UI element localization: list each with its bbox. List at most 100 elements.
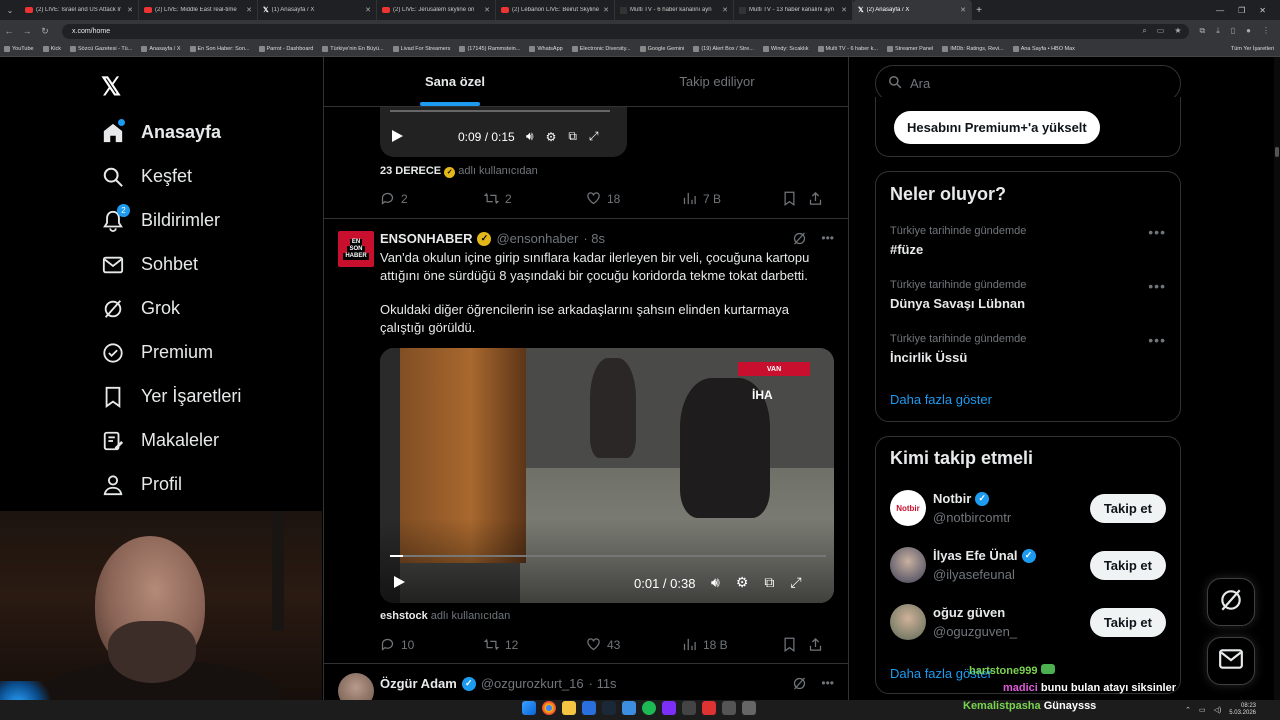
app-icon[interactable]: [702, 701, 716, 715]
bookmark-item[interactable]: Streamer Panel: [886, 46, 933, 52]
star-icon[interactable]: ★: [1174, 26, 1181, 36]
close-icon[interactable]: ✕: [484, 6, 490, 14]
pip-icon[interactable]: ⧉: [764, 574, 774, 591]
bookmark-item[interactable]: YouTube: [4, 46, 34, 52]
bookmark-item[interactable]: Anasayfa / X: [141, 46, 181, 52]
new-tab-button[interactable]: +: [972, 5, 986, 16]
bookmark-item[interactable]: Google Gemini: [639, 46, 684, 52]
follow-button[interactable]: Takip et: [1089, 551, 1166, 580]
settings-icon[interactable]: ⚙︎: [736, 574, 749, 591]
bookmark-item[interactable]: Türkiye'nin En Büyü...: [322, 46, 384, 52]
play-icon[interactable]: [390, 129, 404, 143]
page-scrollbar[interactable]: [1274, 57, 1280, 720]
bookmark-item[interactable]: Electronic Diversity...: [571, 46, 631, 52]
close-icon[interactable]: ✕: [841, 6, 847, 14]
pip-icon[interactable]: ⧉: [568, 129, 577, 144]
browser-tab[interactable]: (2) LIVE: Jerusalem skyline on ✕: [377, 0, 496, 20]
app-icon[interactable]: [742, 701, 756, 715]
messages-fab-button[interactable]: [1207, 637, 1255, 685]
bookmark-item[interactable]: WhatsApp: [529, 46, 563, 52]
menu-icon[interactable]: ⋮: [1262, 26, 1270, 36]
nav-item-notifications[interactable]: 2 Bildirimler: [101, 204, 220, 232]
bookmark-item[interactable]: IMDb: Ratings, Revi...: [942, 46, 1004, 52]
browser-tab-active[interactable]: 𝕏 (2) Anasayfa / X ✕: [853, 0, 972, 20]
settings-icon[interactable]: ⚙︎: [546, 130, 557, 144]
bookmark-item[interactable]: Sözcü Gazetesi - Tü...: [70, 46, 132, 52]
close-icon[interactable]: ✕: [365, 6, 371, 14]
network-icon[interactable]: ▭: [1199, 706, 1206, 714]
post-time[interactable]: · 8s: [583, 231, 605, 246]
fullscreen-icon[interactable]: ⤢: [790, 574, 801, 591]
tab-for-you[interactable]: Sana özel: [324, 57, 586, 106]
video-player[interactable]: 0:09 / 0:15 🔊︎ ⚙︎ ⧉ ⤢: [380, 107, 627, 157]
app-icon[interactable]: [662, 701, 676, 715]
grok-icon[interactable]: [792, 676, 807, 694]
trend-name[interactable]: Dünya Savaşı Lübnan: [890, 296, 1025, 311]
avatar-ilyas[interactable]: [890, 547, 926, 583]
video-player[interactable]: VAN İHA 0:01 / 0:38 🔊︎ ⚙︎ ⧉ ⤢: [380, 348, 834, 603]
volume-icon[interactable]: 🔊︎: [711, 574, 720, 591]
close-window-icon[interactable]: ✕: [1259, 6, 1266, 15]
app-icon[interactable]: [582, 701, 596, 715]
browser-tab[interactable]: (2) LIVE: Middle East real-time ✕: [139, 0, 258, 20]
views-button[interactable]: 18 B: [682, 637, 782, 652]
tab-search-icon[interactable]: ⌄: [0, 0, 20, 20]
reply-button[interactable]: 10: [380, 637, 484, 652]
account-name[interactable]: oğuz güven: [933, 605, 1005, 620]
scrollbar-thumb[interactable]: [1275, 147, 1279, 157]
speaker-icon[interactable]: ◁): [1214, 706, 1222, 714]
steam-icon[interactable]: [602, 701, 616, 715]
close-icon[interactable]: ✕: [960, 6, 966, 14]
folder-icon[interactable]: [562, 701, 576, 715]
back-icon[interactable]: ←: [0, 26, 18, 36]
browser-tab[interactable]: (2) Lebanon LIVE: Beirut Skyline ✕: [496, 0, 615, 20]
extensions-icon[interactable]: ⧉: [1199, 26, 1205, 36]
volume-icon[interactable]: 🔊︎: [526, 129, 534, 144]
address-bar[interactable]: x.com/home ⌕ ▭ ★: [62, 23, 1190, 39]
bookmark-item[interactable]: (17145) Rammstein...: [459, 46, 520, 52]
more-icon[interactable]: •••: [1148, 278, 1166, 294]
more-icon[interactable]: •••: [1148, 332, 1166, 348]
profile-icon[interactable]: ●: [1246, 26, 1251, 36]
bookmark-item[interactable]: Kick: [42, 46, 61, 52]
share-icon[interactable]: [808, 637, 823, 652]
nav-item-bookmarks[interactable]: Yer İşaretleri: [101, 385, 241, 408]
bookmark-item[interactable]: En Son Haber: Son...: [189, 46, 250, 52]
tray-chevron-icon[interactable]: ⌃: [1185, 706, 1191, 714]
bookmark-icon[interactable]: [782, 191, 808, 206]
bookmark-icon[interactable]: [782, 637, 808, 652]
show-more-link[interactable]: Daha fazla göster: [890, 392, 992, 407]
bookmark-item[interactable]: Parrot - Dashboard: [258, 46, 313, 52]
grok-fab-button[interactable]: [1207, 578, 1255, 626]
nav-item-explore[interactable]: Keşfet: [101, 165, 192, 188]
reload-icon[interactable]: ↻: [36, 26, 54, 37]
app-icon[interactable]: [722, 701, 736, 715]
like-button[interactable]: 43: [586, 637, 682, 652]
share-icon[interactable]: [808, 191, 823, 206]
x-logo-icon[interactable]: 𝕏: [101, 72, 121, 102]
trend-name[interactable]: İncirlik Üssü: [890, 350, 967, 365]
author-name[interactable]: ENSONHABER: [380, 231, 472, 246]
author-handle[interactable]: @ozgurozkurt_16: [481, 676, 584, 691]
video-progress[interactable]: [390, 110, 610, 112]
bookmark-item[interactable]: Windy: Sıcaklık: [762, 46, 809, 52]
all-bookmarks-button[interactable]: Tüm Yer İşaretleri: [1231, 46, 1280, 52]
bookmark-item[interactable]: Ana Sayfa • HBO Max: [1012, 46, 1075, 52]
author-handle[interactable]: @ensonhaber: [496, 231, 578, 246]
fullscreen-icon[interactable]: ⤢: [589, 129, 599, 144]
avatar-oguz[interactable]: [890, 604, 926, 640]
nav-item-profile[interactable]: Profil: [101, 473, 182, 496]
system-clock[interactable]: 08:23 5.03.2026: [1229, 703, 1256, 717]
minimize-icon[interactable]: —: [1216, 6, 1224, 15]
browser-tab[interactable]: Multi TV - 13 haber kanalını ayn ✕: [734, 0, 853, 20]
sidepanel-icon[interactable]: ▯: [1231, 26, 1235, 36]
follow-button[interactable]: Takip et: [1089, 608, 1166, 637]
browser-tab[interactable]: (2) LIVE: Israel and US Attack Ir ✕: [20, 0, 139, 20]
bookmark-item[interactable]: Livad For Streamers: [392, 46, 450, 52]
trend-name[interactable]: #füze: [890, 242, 923, 257]
close-icon[interactable]: ✕: [603, 6, 609, 14]
close-icon[interactable]: ✕: [127, 6, 133, 14]
browser-tab[interactable]: Multi TV - 6 haber kanalını ayn ✕: [615, 0, 734, 20]
avatar-notbir[interactable]: Notbir: [890, 490, 926, 526]
avatar-ensonhaber[interactable]: EN SON HABER: [338, 231, 374, 267]
